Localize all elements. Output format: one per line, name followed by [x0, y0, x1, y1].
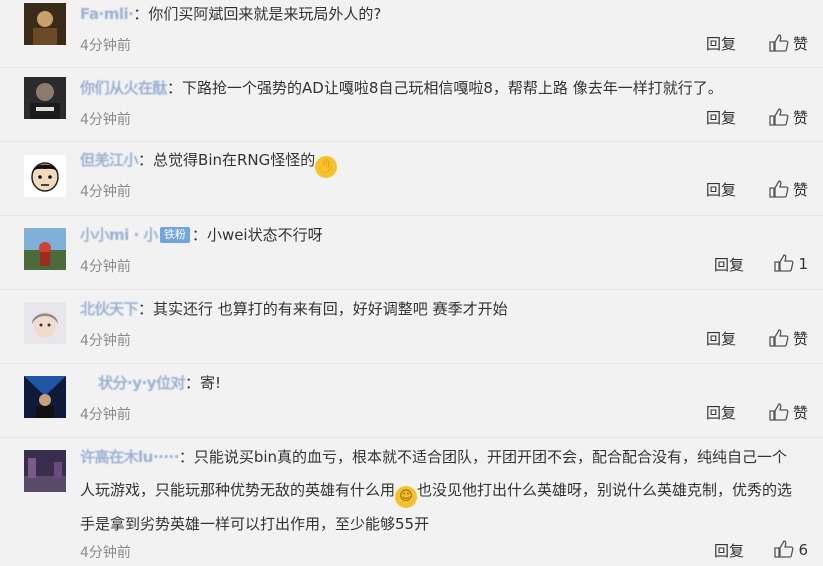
username-link[interactable]: 状分·y·y位对	[98, 371, 185, 396]
reply-button[interactable]: 回复	[706, 33, 736, 54]
thumbs-up-icon	[769, 34, 789, 52]
reply-button[interactable]: 回复	[706, 328, 736, 349]
username-link[interactable]: 许高在木lu·····	[80, 441, 179, 474]
avatar[interactable]	[24, 3, 66, 45]
like-button[interactable]: 6	[774, 540, 808, 559]
username-link[interactable]: 小小mi · 小	[80, 223, 158, 248]
timestamp: 4分钟前	[80, 333, 131, 349]
thumbs-up-icon	[774, 254, 794, 272]
avatar[interactable]	[24, 450, 66, 492]
thinking-emoji-icon: ✋	[315, 156, 338, 178]
comment-item: 北伙天下：其实还行 也算打的有来有回，好好调整吧 赛季才开始 4分钟前 回复 赞	[0, 290, 823, 364]
username-link[interactable]: 北伙天下	[80, 297, 139, 322]
comment-text: Fa·mli·：你们买阿斌回来就是来玩局外人的?	[80, 2, 799, 27]
reply-button[interactable]: 回复	[706, 179, 736, 200]
username-link[interactable]: 但羌江小	[80, 148, 139, 173]
thumbs-up-icon	[769, 403, 789, 421]
comment-text: 但羌江小：总觉得Bin在RNG怪怪的 ✋	[80, 148, 799, 178]
timestamp: 4分钟前	[80, 184, 131, 200]
reply-button[interactable]: 回复	[714, 254, 744, 275]
avatar[interactable]	[24, 155, 66, 197]
timestamp: 4分钟前	[80, 259, 131, 275]
comment-item: 许高在木lu·····：只能说买bin真的血亏，根本就不适合团队，开团开团不会，…	[0, 438, 823, 566]
like-button[interactable]: 赞	[769, 328, 808, 349]
comment-item: 状分·y·y位对：寄! 4分钟前 回复 赞	[0, 364, 823, 438]
timestamp: 4分钟前	[80, 38, 131, 54]
avatar[interactable]	[24, 376, 66, 418]
thumbs-up-icon	[769, 329, 789, 347]
like-button[interactable]: 赞	[769, 33, 808, 54]
comment-item: 小小mi · 小铁粉 ：小wei状态不行呀 4分钟前 回复 1	[0, 216, 823, 290]
comment-text: 你们从火在酞：下路抢一个强势的AD让嘎啦8自己玩相信嘎啦8，帮帮上路 像去年一样…	[80, 76, 799, 101]
thumbs-up-icon	[769, 180, 789, 198]
username-link[interactable]: 你们从火在酞	[80, 76, 168, 101]
like-button[interactable]: 1	[774, 254, 808, 273]
avatar[interactable]	[24, 77, 66, 119]
avatar[interactable]	[24, 228, 66, 270]
thumbs-up-icon	[774, 540, 794, 558]
comment-list: Fa·mli·：你们买阿斌回来就是来玩局外人的? 4分钟前 回复 赞 你们从火在…	[0, 0, 823, 566]
comment-text: 许高在木lu·····：只能说买bin真的血亏，根本就不适合团队，开团开团不会，…	[80, 441, 799, 541]
like-count: 6	[798, 541, 808, 559]
comment-text: 北伙天下：其实还行 也算打的有来有回，好好调整吧 赛季才开始	[80, 297, 799, 322]
like-button[interactable]: 赞	[769, 179, 808, 200]
smile-emoji-icon: ☺	[395, 486, 418, 508]
like-count: 1	[798, 255, 808, 273]
timestamp: 4分钟前	[80, 545, 131, 561]
comment-text: 小小mi · 小铁粉 ：小wei状态不行呀	[80, 223, 799, 248]
avatar[interactable]	[24, 302, 66, 344]
like-button[interactable]: 赞	[769, 402, 808, 423]
comment-text: 状分·y·y位对：寄!	[80, 371, 799, 396]
comment-item: 但羌江小：总觉得Bin在RNG怪怪的 ✋ 4分钟前 回复 赞	[0, 142, 823, 216]
timestamp: 4分钟前	[80, 112, 131, 128]
username-link[interactable]: Fa·mli·	[80, 2, 134, 27]
comment-item: Fa·mli·：你们买阿斌回来就是来玩局外人的? 4分钟前 回复 赞	[0, 0, 823, 68]
like-button[interactable]: 赞	[769, 107, 808, 128]
thumbs-up-icon	[769, 108, 789, 126]
timestamp: 4分钟前	[80, 407, 131, 423]
fan-badge: 铁粉	[159, 227, 190, 243]
reply-button[interactable]: 回复	[706, 107, 736, 128]
reply-button[interactable]: 回复	[714, 540, 744, 561]
comment-item: 你们从火在酞：下路抢一个强势的AD让嘎啦8自己玩相信嘎啦8，帮帮上路 像去年一样…	[0, 68, 823, 142]
reply-button[interactable]: 回复	[706, 402, 736, 423]
